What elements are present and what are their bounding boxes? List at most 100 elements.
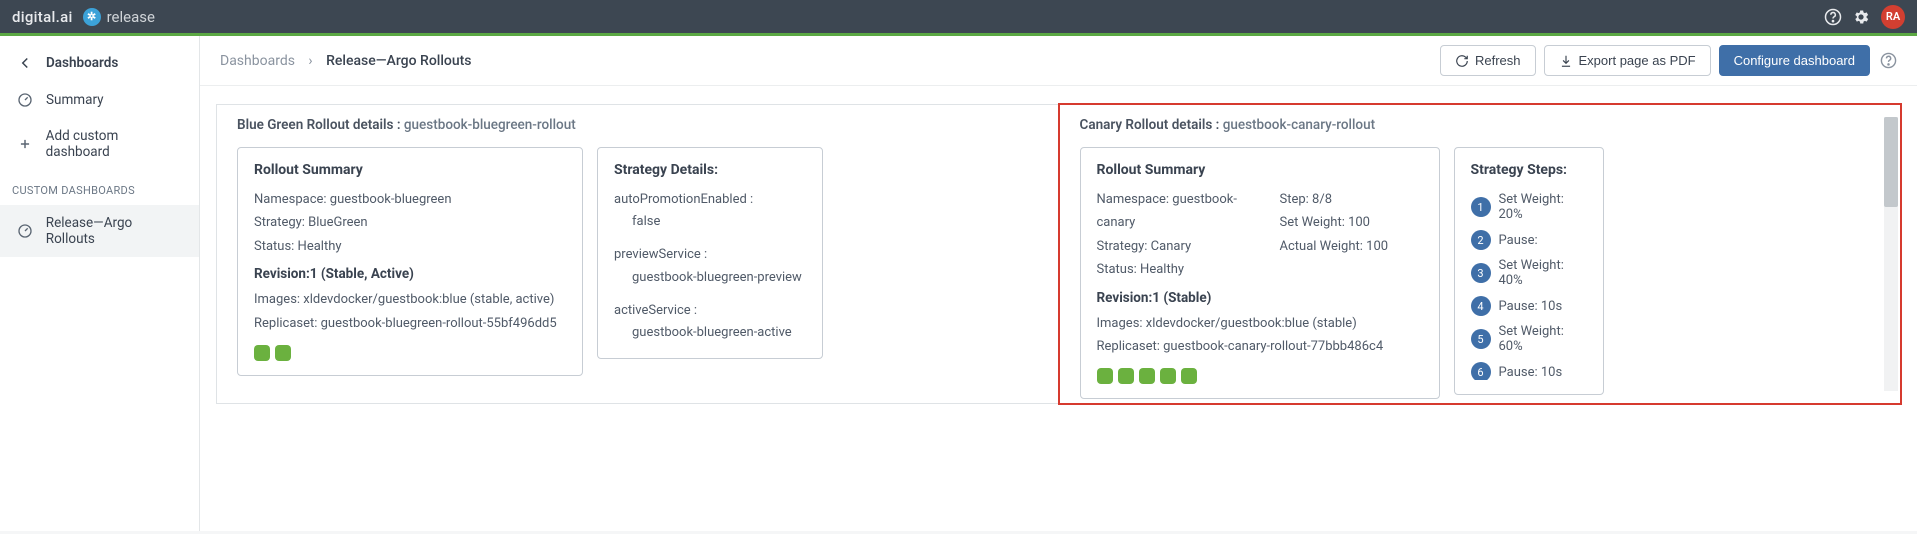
refresh-label: Refresh xyxy=(1475,53,1521,68)
step-number-badge: 2 xyxy=(1471,230,1491,250)
bluegreen-summary-heading: Rollout Summary xyxy=(254,162,566,178)
sidebar-active-label: Release—Argo Rollouts xyxy=(46,215,183,247)
bluegreen-summary-card: Rollout Summary Namespace: guestbook-blu… xyxy=(237,147,583,376)
sidebar-back-label: Dashboards xyxy=(46,55,118,71)
pod-indicator xyxy=(1097,368,1113,384)
bluegreen-pods xyxy=(254,345,566,361)
step-label: Set Weight: 20% xyxy=(1499,192,1587,222)
back-arrow-icon xyxy=(16,54,34,72)
bluegreen-autopromo-label: autoPromotionEnabled : xyxy=(614,188,806,211)
refresh-icon xyxy=(1455,54,1469,68)
step-label: Pause: 10s xyxy=(1499,365,1563,380)
panel-scrollbar-thumb[interactable] xyxy=(1884,117,1898,207)
step-label: Pause: 10s xyxy=(1499,299,1563,314)
breadcrumb-current: Release—Argo Rollouts xyxy=(326,53,471,69)
sidebar-item-argo-rollouts[interactable]: Release—Argo Rollouts xyxy=(0,205,199,257)
canary-setweight: Set Weight: 100 xyxy=(1280,211,1423,234)
step-number-badge: 6 xyxy=(1471,362,1491,380)
bluegreen-panel-title: Blue Green Rollout details : guestbook-b… xyxy=(237,117,1038,133)
canary-revision-header: Revision:1 (Stable) xyxy=(1097,290,1423,306)
breadcrumb-root[interactable]: Dashboards xyxy=(220,53,295,69)
pod-indicator xyxy=(1181,368,1197,384)
sidebar-item-add-custom[interactable]: Add custom dashboard xyxy=(0,118,199,170)
canary-title-prefix: Canary Rollout details : xyxy=(1080,117,1223,133)
bluegreen-namespace: Namespace: guestbook-bluegreen xyxy=(254,188,566,211)
step-number-badge: 5 xyxy=(1471,329,1491,349)
settings-icon[interactable] xyxy=(1847,3,1875,31)
canary-strategy: Strategy: Canary xyxy=(1097,235,1240,258)
pod-indicator xyxy=(275,345,291,361)
help-icon[interactable] xyxy=(1819,3,1847,31)
export-pdf-button[interactable]: Export page as PDF xyxy=(1544,45,1711,76)
content-header: Dashboards › Release—Argo Rollouts Refre… xyxy=(200,36,1917,86)
sidebar-back[interactable]: Dashboards xyxy=(0,44,199,82)
breadcrumb: Dashboards › Release—Argo Rollouts xyxy=(220,53,472,69)
canary-title-name: guestbook-canary-rollout xyxy=(1223,117,1375,133)
sidebar: Dashboards Summary Add custom dashboard … xyxy=(0,36,200,531)
canary-steps-card: Strategy Steps: 1 Set Weight: 20% 2 Pause: 3… xyxy=(1454,147,1604,395)
bluegreen-title-name: guestbook-bluegreen-rollout xyxy=(404,117,576,133)
step-label: Pause: xyxy=(1499,233,1538,248)
configure-label: Configure dashboard xyxy=(1734,53,1855,68)
dashboard-container: Blue Green Rollout details : guestbook-b… xyxy=(216,104,1901,404)
gauge-icon xyxy=(16,92,34,108)
bluegreen-active-value: guestbook-bluegreen-active xyxy=(614,322,806,344)
strategy-step: 3 Set Weight: 40% xyxy=(1471,254,1587,292)
strategy-step: 2 Pause: xyxy=(1471,226,1587,254)
canary-step: Step: 8/8 xyxy=(1280,188,1423,211)
product-badge-icon: ✲ xyxy=(83,8,101,26)
pod-indicator xyxy=(1118,368,1134,384)
canary-images: Images: xldevdocker/guestbook:blue (stab… xyxy=(1097,312,1423,335)
configure-dashboard-button[interactable]: Configure dashboard xyxy=(1719,45,1870,76)
sidebar-section-label: CUSTOM DASHBOARDS xyxy=(0,170,199,205)
canary-actualweight: Actual Weight: 100 xyxy=(1280,235,1423,258)
bluegreen-strategy: Strategy: BlueGreen xyxy=(254,211,566,234)
sidebar-item-summary[interactable]: Summary xyxy=(0,82,199,118)
step-label: Set Weight: 60% xyxy=(1499,324,1587,354)
page-help-icon[interactable] xyxy=(1880,52,1897,69)
bluegreen-replicaset: Replicaset: guestbook-bluegreen-rollout-… xyxy=(254,312,566,335)
step-number-badge: 3 xyxy=(1471,263,1491,283)
pod-indicator xyxy=(254,345,270,361)
canary-pods xyxy=(1097,368,1423,384)
canary-summary-card: Rollout Summary Namespace: guestbook-can… xyxy=(1080,147,1440,399)
dashboard-icon xyxy=(16,223,34,239)
sidebar-add-custom-label: Add custom dashboard xyxy=(46,128,183,160)
bluegreen-revision-header: Revision:1 (Stable, Active) xyxy=(254,266,566,282)
panel-canary: Canary Rollout details : guestbook-canar… xyxy=(1058,103,1903,405)
bluegreen-title-prefix: Blue Green Rollout details : xyxy=(237,117,404,133)
product-name: release xyxy=(107,8,155,26)
plus-icon xyxy=(16,137,34,151)
step-number-badge: 4 xyxy=(1471,296,1491,316)
strategy-step: 1 Set Weight: 20% xyxy=(1471,188,1587,226)
pod-indicator xyxy=(1139,368,1155,384)
pod-indicator xyxy=(1160,368,1176,384)
strategy-step: 5 Set Weight: 60% xyxy=(1471,320,1587,358)
strategy-step: 6 Pause: 10s xyxy=(1471,358,1587,380)
canary-panel-title: Canary Rollout details : guestbook-canar… xyxy=(1080,117,1881,133)
step-label: Set Weight: 40% xyxy=(1499,258,1587,288)
canary-summary-heading: Rollout Summary xyxy=(1097,162,1423,178)
canary-steps-list[interactable]: 1 Set Weight: 20% 2 Pause: 3 Set Weight: 40% 4… xyxy=(1471,188,1587,380)
chevron-right-icon: › xyxy=(308,53,312,69)
bluegreen-preview-value: guestbook-bluegreen-preview xyxy=(614,267,806,289)
bluegreen-active-label: activeService : xyxy=(614,299,806,322)
user-avatar[interactable]: RA xyxy=(1881,5,1905,29)
brand-logo: digital.ai ✲ release xyxy=(12,8,155,26)
bluegreen-strategy-card: Strategy Details: autoPromotionEnabled :… xyxy=(597,147,823,359)
refresh-button[interactable]: Refresh xyxy=(1440,45,1536,76)
bluegreen-autopromo-value: false xyxy=(614,211,806,233)
bluegreen-status: Status: Healthy xyxy=(254,235,566,258)
bluegreen-strategy-heading: Strategy Details: xyxy=(614,162,806,178)
bluegreen-preview-label: previewService : xyxy=(614,243,806,266)
canary-replicaset: Replicaset: guestbook-canary-rollout-77b… xyxy=(1097,335,1423,358)
bluegreen-images: Images: xldevdocker/guestbook:blue (stab… xyxy=(254,288,566,311)
brand-name: digital.ai xyxy=(12,8,73,26)
step-number-badge: 1 xyxy=(1471,197,1491,217)
export-label: Export page as PDF xyxy=(1579,53,1696,68)
canary-namespace: Namespace: guestbook-canary xyxy=(1097,188,1240,235)
canary-status: Status: Healthy xyxy=(1097,258,1240,281)
canary-steps-heading: Strategy Steps: xyxy=(1471,162,1587,178)
panel-bluegreen: Blue Green Rollout details : guestbook-b… xyxy=(217,105,1058,403)
download-icon xyxy=(1559,54,1573,68)
